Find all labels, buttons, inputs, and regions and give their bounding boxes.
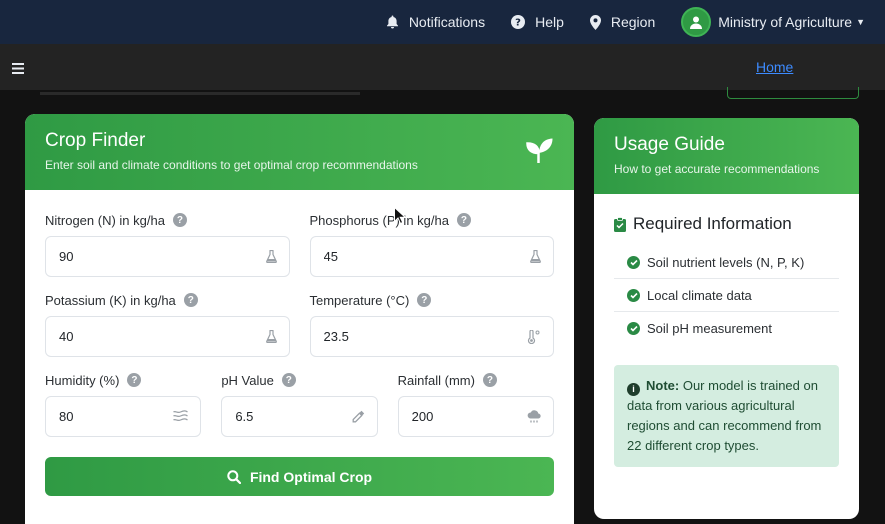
- temperature-input[interactable]: [310, 317, 553, 356]
- ph-label-text: pH Value: [221, 372, 274, 388]
- crop-finder-title: Crop Finder: [45, 130, 146, 151]
- list-item: Soil nutrient levels (N, P, K): [614, 246, 839, 279]
- page-toolbar: Home: [0, 44, 885, 90]
- humidity-field: Humidity (%)?: [45, 372, 202, 437]
- help-label: Help: [535, 14, 564, 30]
- header-action-button-partial[interactable]: [727, 87, 859, 99]
- cloud-rain-icon: [527, 410, 541, 423]
- usage-guide-body: Required Information Soil nutrient level…: [594, 194, 859, 467]
- clipboard-check-icon: [614, 216, 626, 232]
- crop-finder-subtitle: Enter soil and climate conditions to get…: [45, 158, 418, 172]
- crop-finder-header: Crop Finder Enter soil and climate condi…: [25, 114, 574, 190]
- model-note-alert: i Note: Our model is trained on data from…: [614, 365, 839, 467]
- nitrogen-field: Nitrogen (N) in kg/ha?: [45, 212, 290, 277]
- region-link[interactable]: Region: [589, 14, 656, 30]
- phosphorus-input[interactable]: [310, 237, 553, 276]
- flask-icon: [530, 250, 541, 263]
- water-icon: [173, 410, 189, 422]
- usage-guide-subtitle: How to get accurate recommendations: [614, 162, 820, 176]
- user-label: Ministry of Agriculture: [718, 14, 853, 30]
- help-link[interactable]: ? Help: [511, 14, 564, 30]
- temperature-label-text: Temperature (°C): [309, 292, 410, 308]
- help-icon[interactable]: ?: [281, 373, 296, 387]
- help-icon[interactable]: ?: [172, 213, 187, 227]
- thermometer-icon: [527, 330, 540, 344]
- info-icon: i: [627, 382, 640, 396]
- nitrogen-label-text: Nitrogen (N) in kg/ha: [45, 212, 165, 228]
- seedling-icon: [526, 138, 553, 163]
- note-label: Note:: [646, 378, 680, 393]
- page-heading-partial: [40, 90, 360, 100]
- potassium-label-text: Potassium (K) in kg/ha: [45, 292, 176, 308]
- help-icon[interactable]: ?: [482, 373, 497, 387]
- required-info-title: Required Information: [633, 214, 792, 233]
- notifications-link[interactable]: Notifications: [386, 14, 485, 30]
- usage-guide-card: Usage Guide How to get accurate recommen…: [594, 118, 859, 519]
- nitrogen-label: Nitrogen (N) in kg/ha?: [45, 212, 290, 228]
- flask-icon: [265, 330, 277, 343]
- svg-text:?: ?: [515, 18, 521, 29]
- hamburger-icon: [12, 63, 24, 74]
- rainfall-field: Rainfall (mm)?: [397, 372, 554, 437]
- bell-icon: [386, 15, 398, 29]
- phosphorus-label: Phosphorus (P) in kg/ha?: [310, 212, 555, 228]
- check-circle-icon: [627, 255, 640, 269]
- chevron-down-icon: ▼: [856, 17, 865, 27]
- crop-finder-card: Crop Finder Enter soil and climate condi…: [25, 114, 574, 524]
- help-icon[interactable]: ?: [127, 373, 142, 387]
- menu-toggle-button[interactable]: [12, 61, 24, 79]
- phosphorus-label-text: Phosphorus (P) in kg/ha: [309, 212, 449, 228]
- temperature-field: Temperature (°C)?: [309, 292, 555, 357]
- find-optimal-crop-button[interactable]: Find Optimal Crop: [45, 457, 554, 496]
- crop-form: Nitrogen (N) in kg/ha? Phosphorus (P) in…: [25, 190, 574, 496]
- ph-label: pH Value?: [221, 372, 377, 388]
- list-item-label: Soil pH measurement: [647, 321, 772, 336]
- usage-guide-title: Usage Guide: [614, 134, 725, 155]
- rainfall-label-text: Rainfall (mm): [397, 372, 475, 388]
- ph-field: pH Value?: [221, 372, 378, 437]
- avatar: [681, 7, 712, 37]
- nitrogen-input[interactable]: [46, 237, 289, 276]
- breadcrumb: Home: [756, 59, 793, 75]
- potassium-field: Potassium (K) in kg/ha?: [45, 292, 290, 357]
- find-optimal-crop-label: Find Optimal Crop: [249, 468, 373, 485]
- list-item-label: Soil nutrient levels (N, P, K): [647, 254, 805, 270]
- rainfall-label: Rainfall (mm)?: [398, 372, 554, 388]
- help-icon[interactable]: ?: [183, 293, 198, 307]
- potassium-label: Potassium (K) in kg/ha?: [45, 292, 290, 308]
- required-info-heading: Required Information: [614, 214, 839, 234]
- list-item: Local climate data: [614, 279, 839, 312]
- potassium-input[interactable]: [46, 317, 289, 356]
- list-item-label: Local climate data: [647, 287, 752, 303]
- top-navbar: Notifications ? Help Region Ministry of …: [0, 0, 885, 44]
- question-circle-icon: ?: [511, 15, 526, 29]
- mouse-cursor-icon: [394, 207, 406, 224]
- user-icon: [690, 16, 703, 29]
- help-icon[interactable]: ?: [417, 293, 432, 307]
- user-menu[interactable]: Ministry of Agriculture ▼: [681, 7, 865, 37]
- check-circle-icon: [627, 288, 640, 302]
- breadcrumb-home-link[interactable]: Home: [756, 59, 793, 75]
- notifications-label: Notifications: [408, 14, 486, 30]
- region-label: Region: [610, 14, 656, 30]
- eyedropper-icon: [352, 410, 364, 423]
- temperature-label: Temperature (°C)?: [310, 292, 555, 308]
- check-circle-icon: [627, 322, 640, 335]
- help-icon[interactable]: ?: [456, 213, 471, 227]
- map-pin-icon: [589, 14, 601, 30]
- flask-icon: [265, 250, 277, 263]
- list-item: Soil pH measurement: [614, 312, 839, 345]
- humidity-label: Humidity (%)?: [45, 372, 201, 388]
- search-icon: [227, 469, 241, 484]
- humidity-label-text: Humidity (%): [45, 372, 120, 388]
- usage-guide-header: Usage Guide How to get accurate recommen…: [594, 118, 859, 194]
- phosphorus-field: Phosphorus (P) in kg/ha?: [309, 212, 555, 277]
- required-info-list: Soil nutrient levels (N, P, K) Local cli…: [614, 246, 839, 345]
